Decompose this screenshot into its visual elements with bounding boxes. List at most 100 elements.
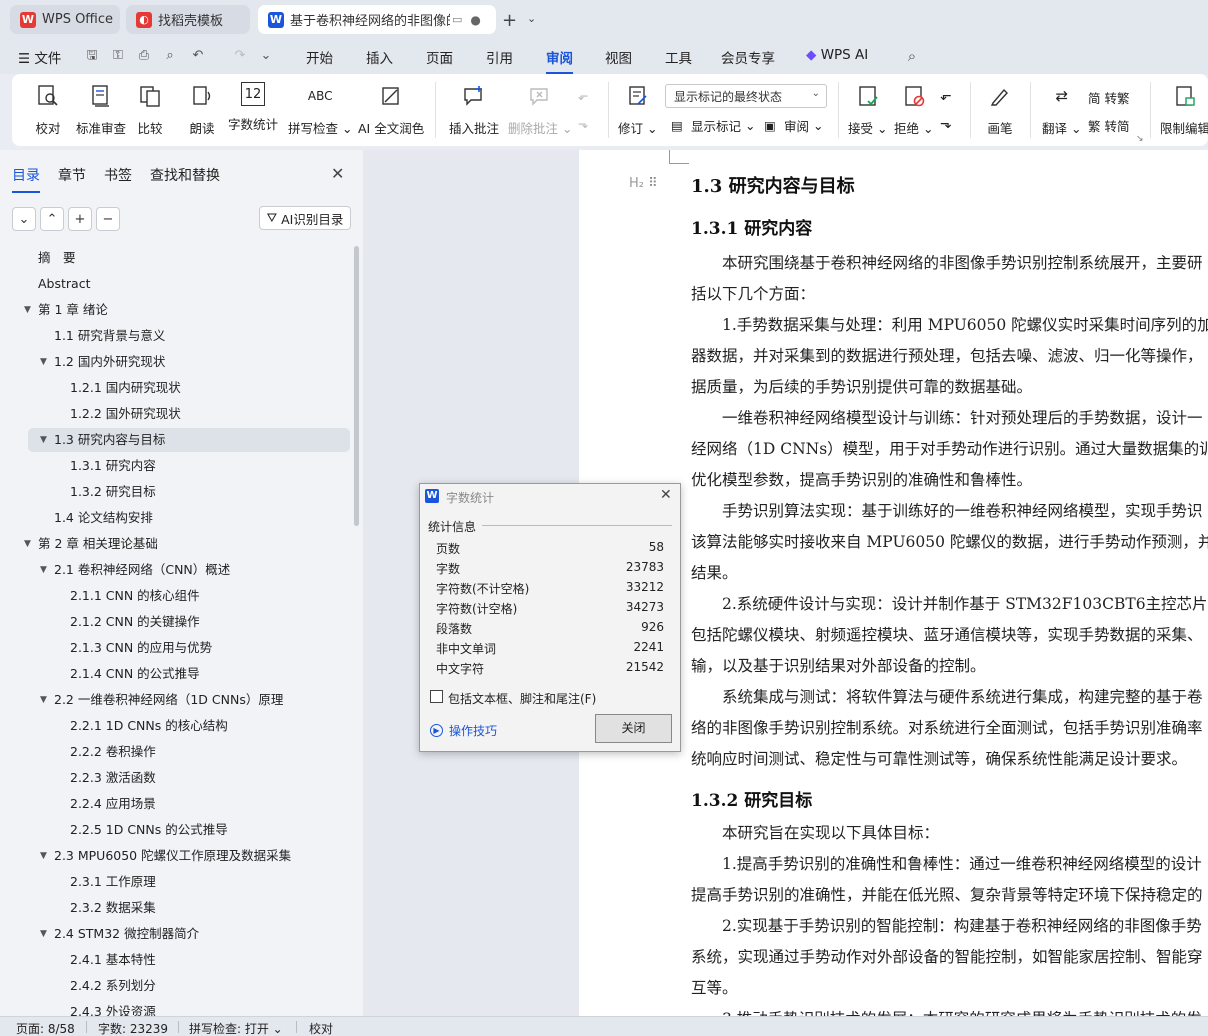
previous-comment-icon[interactable]: ⬐ (578, 88, 588, 103)
reject-button[interactable]: 拒绝 ⌄ (894, 82, 933, 137)
new-tab-plus-icon[interactable]: + (502, 10, 517, 31)
toc-scrollbar[interactable] (354, 246, 359, 526)
toc-item[interactable]: ▼ 1.3 研究内容与目标 (28, 428, 350, 452)
restrict-editing-button[interactable]: 限制编辑 (1160, 82, 1208, 137)
chevron-down-icon[interactable]: ⌄ (527, 12, 536, 25)
collapse-arrow-icon[interactable]: ▼ (24, 532, 31, 556)
collapse-arrow-icon[interactable]: ▼ (40, 428, 47, 452)
spell-check-button[interactable]: ABC 拼写检查 ⌄ (288, 82, 352, 137)
close-icon[interactable]: ✕ (331, 164, 344, 183)
toc-item[interactable]: ▼ 2.2 一维卷积神经网络（1D CNNs）原理 (0, 688, 350, 712)
menu-membership[interactable]: 会员专享 (721, 47, 775, 67)
toc-item[interactable]: ▼ 第 1 章 绪论 (0, 298, 350, 322)
tab-sections[interactable]: 章节 (58, 165, 86, 185)
tab-toc[interactable]: 目录 (12, 165, 40, 193)
collapse-arrow-icon[interactable]: ▼ (40, 350, 47, 374)
toc-item[interactable]: ▼ 第 2 章 相关理论基础 (0, 532, 350, 556)
expand-down-button[interactable]: ⌄ (12, 207, 36, 231)
toc-item[interactable]: 2.4.1 基本特性 (0, 948, 350, 972)
include-textbox-checkbox[interactable] (430, 690, 443, 703)
tab-document[interactable]: W 基于卷积神经网络的非图像的 ▭ ● (258, 5, 496, 34)
toc-item[interactable]: 2.1.1 CNN 的核心组件 (0, 584, 350, 608)
toc-item[interactable]: ▼ 1.2 国内外研究现状 (0, 350, 350, 374)
show-markup-button[interactable]: ▤ 显示标记 ⌄ (671, 116, 755, 135)
read-aloud-button[interactable]: 朗读 (188, 82, 216, 137)
spell-check-indicator[interactable]: 拼写检查: 打开 ⌄ (189, 1020, 283, 1036)
collapse-up-button[interactable]: ⌃ (40, 207, 64, 231)
toc-item[interactable]: 2.2.3 激活函数 (0, 766, 350, 790)
toc-item[interactable]: ▼ 2.1 卷积神经网络（CNN）概述 (0, 558, 350, 582)
save-icon[interactable]: 🖫 (84, 48, 100, 64)
word-count-button[interactable]: 12 字数统计 (228, 82, 278, 133)
toc-item[interactable]: 2.2.1 1D CNNs 的核心结构 (0, 714, 350, 738)
collapse-arrow-icon[interactable]: ▼ (40, 558, 47, 582)
accept-button[interactable]: 接受 ⌄ (848, 82, 887, 137)
toc-item[interactable]: 1.2.1 国内研究现状 (0, 376, 350, 400)
drag-handle-icon[interactable]: ⠿ (648, 176, 658, 191)
toc-item[interactable]: 2.1.4 CNN 的公式推导 (0, 662, 350, 686)
toc-item[interactable]: 1.1 研究背景与意义 (0, 324, 350, 348)
print-icon[interactable]: ⎙ (136, 48, 152, 64)
to-traditional-button[interactable]: 简 转繁 (1088, 88, 1129, 107)
menu-page[interactable]: 页面 (426, 47, 453, 67)
track-changes-button[interactable]: 修订 ⌄ (618, 82, 657, 137)
toc-item[interactable]: 2.2.5 1D CNNs 的公式推导 (0, 818, 350, 842)
toc-item[interactable]: 1.2.2 国外研究现状 (0, 402, 350, 426)
toc-item[interactable]: 1.3.2 研究目标 (0, 480, 350, 504)
to-simplified-button[interactable]: 繁 转简 (1088, 116, 1129, 135)
review-pane-button[interactable]: ▣ 审阅 ⌄ (764, 116, 823, 135)
standard-review-button[interactable]: 标准审查 (76, 82, 126, 137)
search-icon[interactable]: ⌕ (904, 48, 920, 64)
key-icon[interactable]: ⚿ (110, 48, 126, 64)
toc-item[interactable]: ▼ 2.3 MPU6050 陀螺仪工作原理及数据采集 (0, 844, 350, 868)
proofread-button[interactable]: 校对 (34, 82, 62, 137)
page-indicator[interactable]: 页面: 8/58 (16, 1020, 75, 1036)
toc-item[interactable]: 2.2.2 卷积操作 (0, 740, 350, 764)
previous-change-icon[interactable]: ⬐ (940, 88, 952, 104)
menu-review[interactable]: 审阅 (546, 47, 573, 74)
undo-icon[interactable]: ↶ (190, 48, 206, 64)
toc-item[interactable]: 2.3.1 工作原理 (0, 870, 350, 894)
wps-ai-menu[interactable]: ◆ WPS AI (806, 47, 868, 63)
menu-tools[interactable]: 工具 (665, 47, 692, 67)
collapse-arrow-icon[interactable]: ▼ (40, 688, 47, 712)
menu-home[interactable]: 开始 (306, 47, 333, 67)
ink-pen-button[interactable]: 画笔 (986, 82, 1014, 137)
toc-item[interactable]: 2.1.3 CNN 的应用与优势 (0, 636, 350, 660)
ai-recognize-toc-button[interactable]: ⛛ AI识别目录 (259, 206, 351, 230)
tab-bookmarks[interactable]: 书签 (104, 165, 132, 185)
compare-button[interactable]: 比较 (136, 82, 164, 137)
collapse-arrow-icon[interactable]: ▼ (40, 844, 47, 868)
tab-wps-office[interactable]: W WPS Office (10, 5, 120, 34)
tab-close-dot-icon[interactable]: ● (470, 13, 480, 27)
proofread-indicator[interactable]: 校对 (309, 1020, 333, 1036)
translate-button[interactable]: ⇄ 翻译 ⌄ (1042, 82, 1081, 137)
collapse-arrow-icon[interactable]: ▼ (40, 922, 47, 946)
toc-item[interactable]: 2.1.2 CNN 的关键操作 (0, 610, 350, 634)
print-preview-icon[interactable]: ⌕ (162, 48, 178, 64)
close-button[interactable]: 关闭 (595, 714, 672, 743)
tips-link[interactable]: ▶ 操作技巧 (430, 722, 497, 739)
dialog-launcher-icon[interactable]: ↘ (1136, 134, 1144, 144)
toc-item[interactable]: 1.3.1 研究内容 (0, 454, 350, 478)
remove-heading-button[interactable]: − (96, 207, 120, 231)
next-change-icon[interactable]: ⬎ (940, 116, 952, 132)
tab-docer-templates[interactable]: ◐ 找稻壳模板 (126, 5, 250, 34)
toc-item[interactable]: ▼ 2.4 STM32 微控制器简介 (0, 922, 350, 946)
insert-comment-button[interactable]: 插入批注 (449, 82, 499, 137)
toc-item[interactable]: 摘 要 (0, 246, 350, 270)
toc-item[interactable]: 2.4.2 系列划分 (0, 974, 350, 998)
heading-level-marker[interactable]: H₂ ⠿ (629, 176, 658, 191)
toc-item[interactable]: 1.4 论文结构安排 (0, 506, 350, 530)
toc-item[interactable]: Abstract (0, 272, 350, 296)
menu-insert[interactable]: 插入 (366, 47, 393, 67)
collapse-arrow-icon[interactable]: ▼ (24, 298, 31, 322)
file-menu[interactable]: ☰ 文件 (18, 47, 61, 67)
toc-item[interactable]: 2.2.4 应用场景 (0, 792, 350, 816)
next-comment-icon[interactable]: ⬎ (578, 116, 588, 131)
tab-find-replace[interactable]: 查找和替换 (150, 165, 220, 185)
word-count-indicator[interactable]: 字数: 23239 (98, 1020, 168, 1036)
toc-item[interactable]: 2.3.2 数据采集 (0, 896, 350, 920)
delete-comment-button[interactable]: 删除批注 ⌄ (508, 82, 572, 137)
menu-references[interactable]: 引用 (486, 47, 513, 67)
